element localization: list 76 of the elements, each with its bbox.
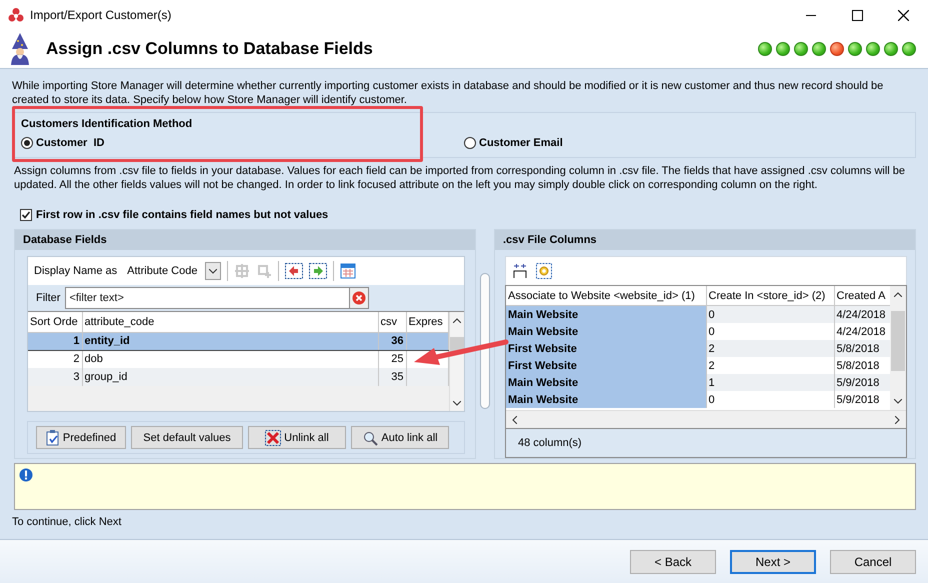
table-cell: 1 bbox=[706, 374, 834, 391]
wizard-icon bbox=[8, 33, 32, 65]
first-row-checkbox[interactable]: First row in .csv file contains field names but not values bbox=[20, 209, 916, 221]
status-text: 48 column(s) bbox=[505, 429, 907, 458]
table-cell: First Website bbox=[506, 357, 706, 374]
dropdown-button[interactable] bbox=[205, 262, 222, 280]
checkbox-icon[interactable] bbox=[20, 209, 32, 221]
column-header[interactable]: csv bbox=[378, 312, 406, 332]
column-header[interactable]: Sort Orde bbox=[28, 312, 82, 332]
table-cell: 4/24/2018 bbox=[834, 306, 890, 323]
table-cell: Main Website bbox=[506, 391, 706, 408]
table-cell: 3 bbox=[28, 368, 82, 386]
expand-columns-icon[interactable] bbox=[512, 263, 528, 279]
maximize-icon bbox=[852, 10, 862, 20]
display-name-label: Display Name as bbox=[34, 265, 118, 277]
table-cell: 2 bbox=[706, 340, 834, 357]
table-cell: Main Website bbox=[506, 323, 706, 340]
display-name-value[interactable]: Attribute Code bbox=[127, 265, 198, 277]
intro-text: While importing Store Manager will determine whether currently importing customer exists in database and should be modified or it is new customer and thus new record should be created to store its data. Specify below how Store Manager will identify customer. bbox=[12, 79, 884, 107]
scroll-right-icon bbox=[895, 416, 900, 424]
calendar-icon[interactable] bbox=[340, 263, 356, 279]
column-header[interactable]: attribute_code bbox=[82, 312, 378, 332]
column-header[interactable]: Created A bbox=[834, 286, 890, 306]
dialog-button[interactable]: Next > bbox=[730, 550, 816, 574]
scrollbar-thumb[interactable] bbox=[891, 311, 905, 371]
filter-field[interactable]: <filter text> bbox=[65, 287, 350, 309]
clipboard-icon bbox=[46, 430, 60, 446]
dialog-button[interactable]: Cancel bbox=[830, 550, 916, 574]
magnifier-icon bbox=[362, 430, 378, 446]
toolbar-button[interactable]: Set default values bbox=[131, 426, 243, 449]
toolbar-button[interactable]: Predefined bbox=[36, 426, 126, 449]
close-icon bbox=[898, 10, 908, 20]
column-header[interactable]: Expres bbox=[406, 312, 448, 332]
info-icon bbox=[19, 468, 33, 482]
table-cell: 35 bbox=[378, 368, 406, 386]
window-title: Import/Export Customer(s) bbox=[30, 8, 172, 22]
minimize-icon bbox=[806, 14, 816, 16]
app-logo-icon bbox=[8, 7, 24, 23]
dialog-button[interactable]: < Back bbox=[630, 550, 716, 574]
table-cell: First Website bbox=[506, 340, 706, 357]
clear-filter-button[interactable] bbox=[349, 287, 370, 309]
scroll-left-icon bbox=[512, 416, 517, 424]
column-header[interactable]: Create In <store_id> (2) bbox=[706, 286, 834, 306]
table-cell: 5/9/2018 bbox=[834, 374, 890, 391]
caret-icon bbox=[209, 268, 218, 274]
table-cell: Main Website bbox=[506, 374, 706, 391]
toolbar-button[interactable]: Unlink all bbox=[248, 426, 346, 449]
panel-title: Database Fields bbox=[15, 230, 475, 250]
panel-title: .csv File Columns bbox=[495, 230, 915, 250]
table-cell: 1 bbox=[28, 332, 82, 350]
table-cell: Main Website bbox=[506, 306, 706, 323]
scrollbar[interactable] bbox=[480, 273, 490, 409]
wizard-title: Assign .csv Columns to Database Fields bbox=[46, 39, 374, 59]
group-title: Customers Identification Method bbox=[21, 118, 194, 130]
scroll-down-icon bbox=[894, 399, 902, 404]
radio-option[interactable]: Customer Email bbox=[464, 137, 907, 149]
hint-text: To continue, click Next bbox=[12, 516, 122, 528]
table-cell: 0 bbox=[706, 306, 834, 323]
scroll-down-icon bbox=[452, 401, 461, 406]
table-cell: 0 bbox=[706, 391, 834, 408]
instructions-text: Assign columns from .csv file to fields in your database. Values for each field can be imported from corresponding column in .csv file. The fields that have assigned .csv columns will be updated. All the other fields values will not be changed. In order to link focused attribute on the left you may simply double click on corresponding column on the right. bbox=[14, 164, 906, 192]
clear-icon bbox=[352, 291, 366, 305]
table-cell: group_id bbox=[82, 368, 378, 386]
column-header[interactable]: Associate to Website <website_id> (1) bbox=[506, 286, 706, 306]
table-cell: 5/8/2018 bbox=[834, 340, 890, 357]
scroll-up-icon bbox=[894, 292, 902, 297]
scrollbar[interactable] bbox=[890, 286, 906, 410]
table-cell: entity_id bbox=[82, 332, 378, 350]
unlink-icon bbox=[265, 430, 282, 446]
toolbar-button[interactable]: Auto link all bbox=[351, 426, 449, 449]
fit-icon[interactable] bbox=[536, 263, 552, 279]
filter-label: Filter bbox=[36, 292, 60, 304]
scroll-up-icon bbox=[452, 318, 461, 323]
radio-option[interactable]: Customer ID bbox=[21, 137, 464, 149]
table-cell: 36 bbox=[378, 332, 406, 350]
scrollbar[interactable] bbox=[506, 410, 906, 428]
